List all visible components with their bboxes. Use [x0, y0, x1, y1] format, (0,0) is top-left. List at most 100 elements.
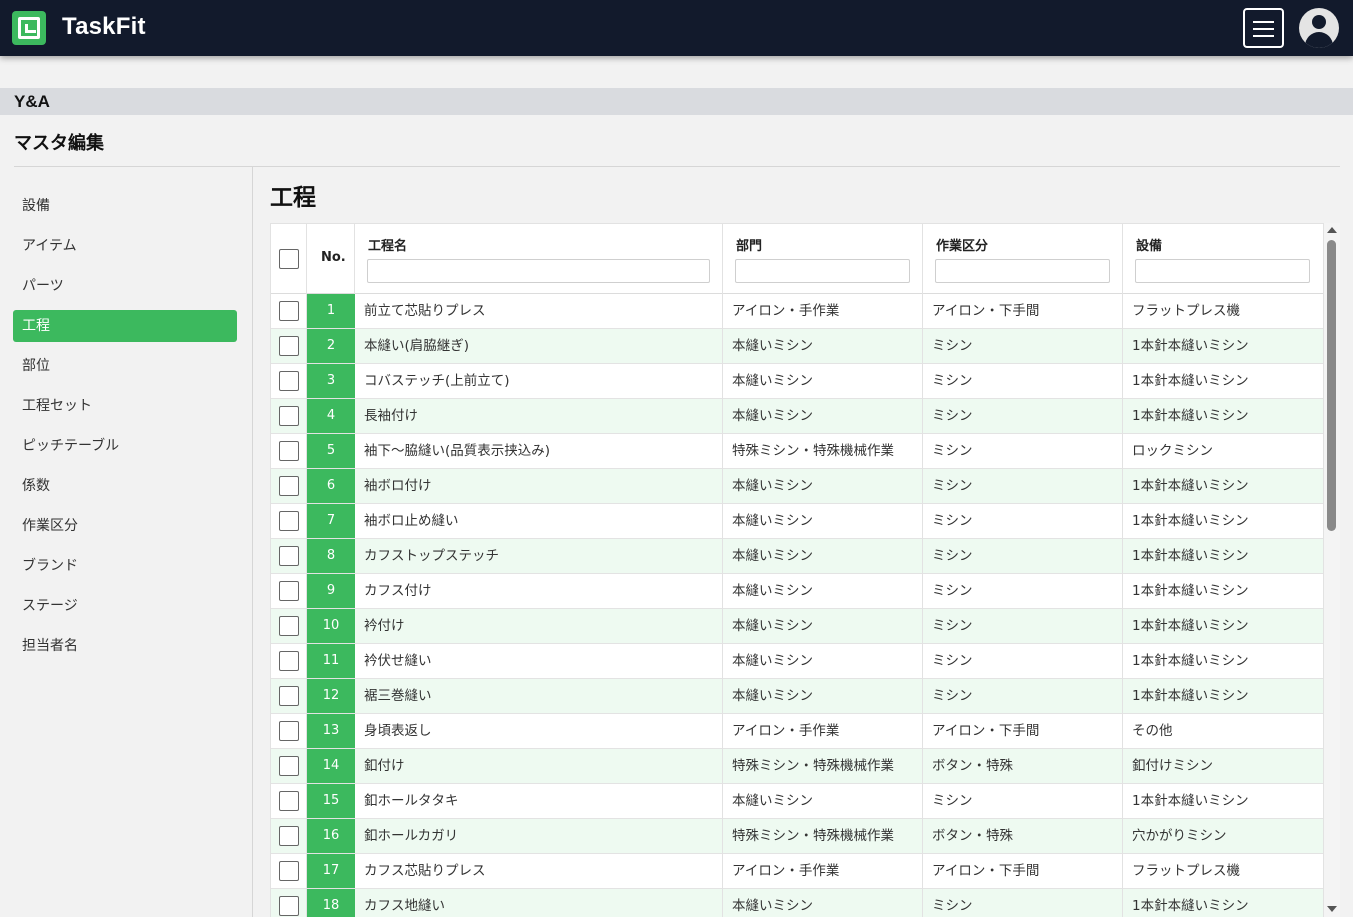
organization-bar: Y&A [0, 88, 1353, 115]
sidebar-item[interactable]: 工程セット [13, 390, 237, 422]
cell-equipment: フラットプレス機 [1132, 303, 1240, 319]
sidebar-item[interactable]: アイテム [13, 230, 237, 262]
cell-work-type: ミシン [923, 574, 1123, 609]
table-row[interactable]: 7 袖ボロ止め縫い 本縫いミシン ミシン 1本針本縫いミシン [271, 504, 1323, 539]
cell-name: 釦付け [355, 749, 723, 784]
row-number: 5 [307, 434, 355, 468]
cell-work-type: アイロン・下手間 [923, 714, 1123, 749]
cell-equipment: 1本針本縫いミシン [1132, 513, 1249, 529]
cell-dept: アイロン・手作業 [723, 854, 923, 889]
cell-equipment: 1本針本縫いミシン [1132, 898, 1249, 914]
row-checkbox[interactable] [279, 686, 299, 706]
work-type-filter-input[interactable] [935, 259, 1110, 283]
cell-equipment: フラットプレス機 [1132, 863, 1240, 879]
table-row[interactable]: 13 身頃表返し アイロン・手作業 アイロン・下手間 その他 [271, 714, 1323, 749]
sidebar-item[interactable]: ブランド [13, 550, 237, 582]
row-checkbox[interactable] [279, 406, 299, 426]
row-checkbox[interactable] [279, 371, 299, 391]
row-checkbox[interactable] [279, 441, 299, 461]
cell-name: カフス芯貼りプレス [355, 854, 723, 889]
cell-name: 袖ボロ止め縫い [355, 504, 723, 539]
row-checkbox[interactable] [279, 336, 299, 356]
table-row[interactable]: 11 衿伏せ縫い 本縫いミシン ミシン 1本針本縫いミシン [271, 644, 1323, 679]
row-checkbox[interactable] [279, 511, 299, 531]
table-row[interactable]: 6 袖ボロ付け 本縫いミシン ミシン 1本針本縫いミシン [271, 469, 1323, 504]
sidebar-item[interactable]: 係数 [13, 470, 237, 502]
cell-name: 前立て芯貼りプレス [355, 294, 723, 329]
select-all-checkbox[interactable] [279, 249, 299, 269]
row-checkbox[interactable] [279, 826, 299, 846]
cell-dept: 本縫いミシン [723, 679, 923, 714]
cell-dept: 本縫いミシン [723, 889, 923, 917]
sidebar-item[interactable]: ピッチテーブル [13, 430, 237, 462]
table-row[interactable]: 17 カフス芯貼りプレス アイロン・手作業 アイロン・下手間 フラットプレス機 [271, 854, 1323, 889]
name-filter-input[interactable] [367, 259, 710, 283]
cell-dept: 本縫いミシン [723, 329, 923, 364]
table-row[interactable]: 5 袖下〜脇縫い(品質表示挟込み) 特殊ミシン・特殊機械作業 ミシン ロックミシン [271, 434, 1323, 469]
cell-name: 釦ホールタタキ [355, 784, 723, 819]
cell-name: 袖下〜脇縫い(品質表示挟込み) [355, 434, 723, 469]
row-number: 14 [307, 749, 355, 783]
cell-name: 衿付け [355, 609, 723, 644]
process-table: No. 工程名 部門 作業区分 設備 1 前立て芯貼りプレス アイロン・手作業 アイロ… [270, 223, 1324, 917]
cell-equipment: 1本針本縫いミシン [1132, 793, 1249, 809]
row-checkbox[interactable] [279, 756, 299, 776]
app-title: TaskFit [62, 13, 146, 40]
table-row[interactable]: 10 衿付け 本縫いミシン ミシン 1本針本縫いミシン [271, 609, 1323, 644]
row-checkbox[interactable] [279, 896, 299, 916]
cell-dept: 本縫いミシン [723, 539, 923, 574]
row-checkbox[interactable] [279, 301, 299, 321]
hamburger-menu-button[interactable] [1243, 8, 1284, 48]
cell-equipment: 1本針本縫いミシン [1132, 653, 1249, 669]
table-row[interactable]: 2 本縫い(肩脇継ぎ) 本縫いミシン ミシン 1本針本縫いミシン [271, 329, 1323, 364]
cell-equipment: 釦付けミシン [1132, 758, 1213, 774]
row-checkbox[interactable] [279, 721, 299, 741]
cell-work-type: ボタン・特殊 [923, 819, 1123, 854]
sidebar-item[interactable]: ステージ [13, 590, 237, 622]
sidebar-item[interactable]: 作業区分 [13, 510, 237, 542]
row-number: 10 [307, 609, 355, 643]
table-row[interactable]: 3 コバステッチ(上前立て) 本縫いミシン ミシン 1本針本縫いミシン [271, 364, 1323, 399]
master-sidebar: 設備アイテムパーツ工程部位工程セットピッチテーブル 係数作業区分ブランドステージ担… [0, 167, 253, 917]
table-row[interactable]: 14 釦付け 特殊ミシン・特殊機械作業 ボタン・特殊 釦付けミシン [271, 749, 1323, 784]
row-checkbox[interactable] [279, 651, 299, 671]
table-row[interactable]: 8 カフストップステッチ 本縫いミシン ミシン 1本針本縫いミシン [271, 539, 1323, 574]
row-checkbox[interactable] [279, 581, 299, 601]
table-row[interactable]: 9 カフス付け 本縫いミシン ミシン 1本針本縫いミシン [271, 574, 1323, 609]
table-row[interactable]: 18 カフス地縫い 本縫いミシン ミシン 1本針本縫いミシン [271, 889, 1323, 917]
sidebar-item[interactable]: 部位 [13, 350, 237, 382]
scroll-down-icon[interactable] [1327, 906, 1337, 912]
scroll-thumb[interactable] [1327, 240, 1336, 531]
cell-work-type: アイロン・下手間 [923, 294, 1123, 329]
cell-equipment: 1本針本縫いミシン [1132, 478, 1249, 494]
column-header-no: No. [321, 250, 346, 265]
table-row[interactable]: 16 釦ホールカガリ 特殊ミシン・特殊機械作業 ボタン・特殊 穴かがりミシン [271, 819, 1323, 854]
column-header-dept: 部門 [736, 239, 763, 254]
row-checkbox[interactable] [279, 546, 299, 566]
cell-dept: アイロン・手作業 [723, 294, 923, 329]
cell-dept: アイロン・手作業 [723, 714, 923, 749]
row-checkbox[interactable] [279, 861, 299, 881]
cell-equipment: 1本針本縫いミシン [1132, 583, 1249, 599]
sidebar-item[interactable]: 工程 [13, 310, 237, 342]
dept-filter-input[interactable] [735, 259, 910, 283]
top-app-bar: TaskFit [0, 0, 1353, 56]
sidebar-item[interactable]: 設備 [13, 190, 237, 222]
sidebar-item[interactable]: 担当者名 [13, 630, 237, 662]
scroll-up-icon[interactable] [1327, 227, 1337, 233]
table-row[interactable]: 4 長袖付け 本縫いミシン ミシン 1本針本縫いミシン [271, 399, 1323, 434]
row-checkbox[interactable] [279, 791, 299, 811]
sidebar-item[interactable]: パーツ [13, 270, 237, 302]
cell-work-type: ミシン [923, 329, 1123, 364]
table-row[interactable]: 1 前立て芯貼りプレス アイロン・手作業 アイロン・下手間 フラットプレス機 [271, 294, 1323, 329]
row-checkbox[interactable] [279, 476, 299, 496]
row-checkbox[interactable] [279, 616, 299, 636]
row-number: 9 [307, 574, 355, 608]
table-row[interactable]: 15 釦ホールタタキ 本縫いミシン ミシン 1本針本縫いミシン [271, 784, 1323, 819]
user-avatar-icon[interactable] [1299, 8, 1339, 48]
table-row[interactable]: 12 裾三巻縫い 本縫いミシン ミシン 1本針本縫いミシン [271, 679, 1323, 714]
sewing-machine-icon[interactable] [12, 11, 46, 45]
table-scrollbar[interactable] [1324, 223, 1340, 917]
cell-equipment: 1本針本縫いミシン [1132, 688, 1249, 704]
equipment-filter-input[interactable] [1135, 259, 1310, 283]
